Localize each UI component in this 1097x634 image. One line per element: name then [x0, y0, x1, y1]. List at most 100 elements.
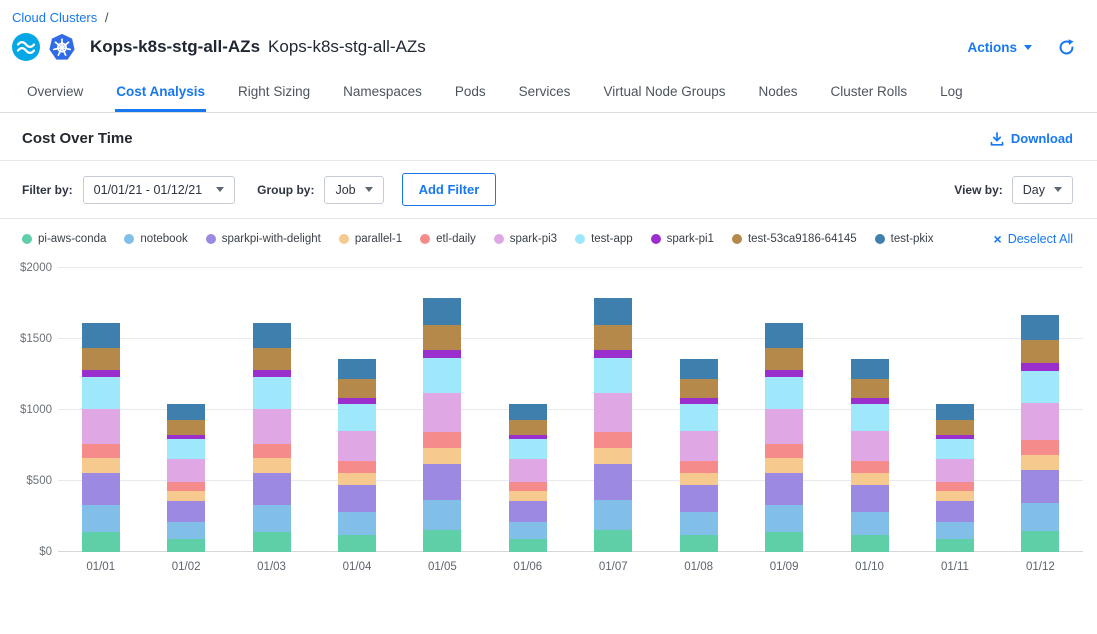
- bar-segment-parallel-1[interactable]: [423, 448, 461, 464]
- bar-segment-test-53ca9186-64145[interactable]: [338, 379, 376, 398]
- bar-segment-test-pkix[interactable]: [82, 323, 120, 347]
- bar-segment-spark-pi3[interactable]: [936, 459, 974, 482]
- bar-segment-sparkpi-with-delight[interactable]: [594, 464, 632, 500]
- bar-segment-spark-pi1[interactable]: [765, 370, 803, 377]
- bar-segment-test-53ca9186-64145[interactable]: [680, 379, 718, 398]
- bar-segment-sparkpi-with-delight[interactable]: [936, 501, 974, 522]
- bar-segment-parallel-1[interactable]: [253, 458, 291, 472]
- bar-01/09[interactable]: [765, 268, 803, 552]
- bar-segment-sparkpi-with-delight[interactable]: [765, 473, 803, 506]
- bar-01/11[interactable]: [936, 268, 974, 552]
- bar-segment-spark-pi3[interactable]: [423, 393, 461, 432]
- deselect-all-button[interactable]: × Deselect All: [994, 232, 1074, 246]
- bar-segment-pi-aws-conda[interactable]: [423, 530, 461, 552]
- bar-segment-notebook[interactable]: [936, 522, 974, 539]
- bar-segment-test-pkix[interactable]: [423, 298, 461, 325]
- bar-segment-test-53ca9186-64145[interactable]: [851, 379, 889, 398]
- breadcrumb-cloud-clusters[interactable]: Cloud Clusters: [12, 10, 97, 25]
- bar-segment-spark-pi3[interactable]: [680, 431, 718, 461]
- bar-01/07[interactable]: [594, 268, 632, 552]
- tab-namespaces[interactable]: Namespaces: [342, 71, 423, 112]
- bar-segment-test-app[interactable]: [253, 377, 291, 408]
- bar-segment-notebook[interactable]: [423, 500, 461, 530]
- bar-segment-sparkpi-with-delight[interactable]: [509, 501, 547, 522]
- bar-segment-pi-aws-conda[interactable]: [594, 530, 632, 552]
- bar-segment-spark-pi3[interactable]: [765, 409, 803, 445]
- bar-01/01[interactable]: [82, 268, 120, 552]
- bar-segment-test-53ca9186-64145[interactable]: [936, 420, 974, 435]
- bar-segment-test-app[interactable]: [851, 404, 889, 430]
- bar-segment-parallel-1[interactable]: [338, 473, 376, 485]
- bar-segment-test-app[interactable]: [167, 439, 205, 459]
- bar-segment-test-pkix[interactable]: [594, 298, 632, 325]
- bar-segment-test-53ca9186-64145[interactable]: [82, 348, 120, 371]
- bar-segment-notebook[interactable]: [509, 522, 547, 539]
- legend-item-test-53ca9186-64145[interactable]: test-53ca9186-64145: [732, 233, 857, 245]
- bar-segment-etl-daily[interactable]: [423, 432, 461, 448]
- actions-button[interactable]: Actions: [967, 40, 1032, 55]
- bar-01/10[interactable]: [851, 268, 889, 552]
- bar-segment-etl-daily[interactable]: [765, 444, 803, 458]
- bar-segment-sparkpi-with-delight[interactable]: [851, 485, 889, 513]
- bar-segment-test-app[interactable]: [1021, 371, 1059, 403]
- bar-segment-test-53ca9186-64145[interactable]: [253, 348, 291, 371]
- legend-item-pi-aws-conda[interactable]: pi-aws-conda: [22, 233, 106, 245]
- bar-segment-test-app[interactable]: [680, 404, 718, 430]
- bar-segment-sparkpi-with-delight[interactable]: [167, 501, 205, 522]
- bar-segment-notebook[interactable]: [1021, 503, 1059, 531]
- bar-segment-sparkpi-with-delight[interactable]: [82, 473, 120, 506]
- bar-segment-etl-daily[interactable]: [594, 432, 632, 448]
- bar-segment-spark-pi3[interactable]: [594, 393, 632, 432]
- bar-segment-test-pkix[interactable]: [338, 359, 376, 379]
- bar-segment-sparkpi-with-delight[interactable]: [253, 473, 291, 506]
- bar-segment-spark-pi1[interactable]: [1021, 363, 1059, 370]
- bar-segment-notebook[interactable]: [851, 512, 889, 535]
- bar-segment-parallel-1[interactable]: [680, 473, 718, 485]
- bar-segment-spark-pi3[interactable]: [167, 459, 205, 482]
- bar-segment-test-app[interactable]: [338, 404, 376, 430]
- legend-item-spark-pi3[interactable]: spark-pi3: [494, 233, 557, 245]
- bar-segment-pi-aws-conda[interactable]: [82, 532, 120, 552]
- bar-01/08[interactable]: [680, 268, 718, 552]
- bar-segment-spark-pi3[interactable]: [82, 409, 120, 445]
- bar-segment-spark-pi1[interactable]: [253, 370, 291, 377]
- tab-pods[interactable]: Pods: [454, 71, 487, 112]
- bar-segment-test-pkix[interactable]: [253, 323, 291, 347]
- bar-segment-notebook[interactable]: [253, 505, 291, 532]
- bar-segment-etl-daily[interactable]: [82, 444, 120, 458]
- bar-segment-test-pkix[interactable]: [167, 404, 205, 420]
- bar-segment-parallel-1[interactable]: [167, 491, 205, 500]
- bar-segment-etl-daily[interactable]: [680, 461, 718, 473]
- bar-segment-spark-pi1[interactable]: [82, 370, 120, 377]
- date-range-dropdown[interactable]: 01/01/21 - 01/12/21: [83, 176, 235, 204]
- bar-segment-spark-pi3[interactable]: [253, 409, 291, 445]
- tab-log[interactable]: Log: [939, 71, 964, 112]
- bar-segment-parallel-1[interactable]: [82, 458, 120, 472]
- bar-segment-test-53ca9186-64145[interactable]: [167, 420, 205, 435]
- bar-01/05[interactable]: [423, 268, 461, 552]
- bar-segment-pi-aws-conda[interactable]: [765, 532, 803, 552]
- bar-segment-spark-pi3[interactable]: [509, 459, 547, 482]
- bar-segment-notebook[interactable]: [594, 500, 632, 530]
- bar-01/02[interactable]: [167, 268, 205, 552]
- bar-segment-parallel-1[interactable]: [1021, 455, 1059, 470]
- refresh-icon[interactable]: [1058, 39, 1075, 56]
- bar-segment-etl-daily[interactable]: [509, 482, 547, 491]
- tab-services[interactable]: Services: [518, 71, 572, 112]
- bar-segment-sparkpi-with-delight[interactable]: [423, 464, 461, 500]
- bar-segment-test-app[interactable]: [936, 439, 974, 459]
- bar-segment-etl-daily[interactable]: [338, 461, 376, 473]
- bar-segment-sparkpi-with-delight[interactable]: [1021, 470, 1059, 504]
- bar-01/03[interactable]: [253, 268, 291, 552]
- bar-segment-notebook[interactable]: [338, 512, 376, 535]
- bar-segment-etl-daily[interactable]: [167, 482, 205, 491]
- bar-segment-pi-aws-conda[interactable]: [167, 539, 205, 552]
- group-by-dropdown[interactable]: Job: [324, 176, 383, 204]
- bar-segment-test-app[interactable]: [765, 377, 803, 408]
- bar-segment-etl-daily[interactable]: [936, 482, 974, 491]
- bar-segment-parallel-1[interactable]: [509, 491, 547, 500]
- bar-segment-test-pkix[interactable]: [1021, 315, 1059, 340]
- bar-segment-test-53ca9186-64145[interactable]: [1021, 340, 1059, 364]
- bar-segment-notebook[interactable]: [680, 512, 718, 535]
- bar-segment-test-pkix[interactable]: [509, 404, 547, 420]
